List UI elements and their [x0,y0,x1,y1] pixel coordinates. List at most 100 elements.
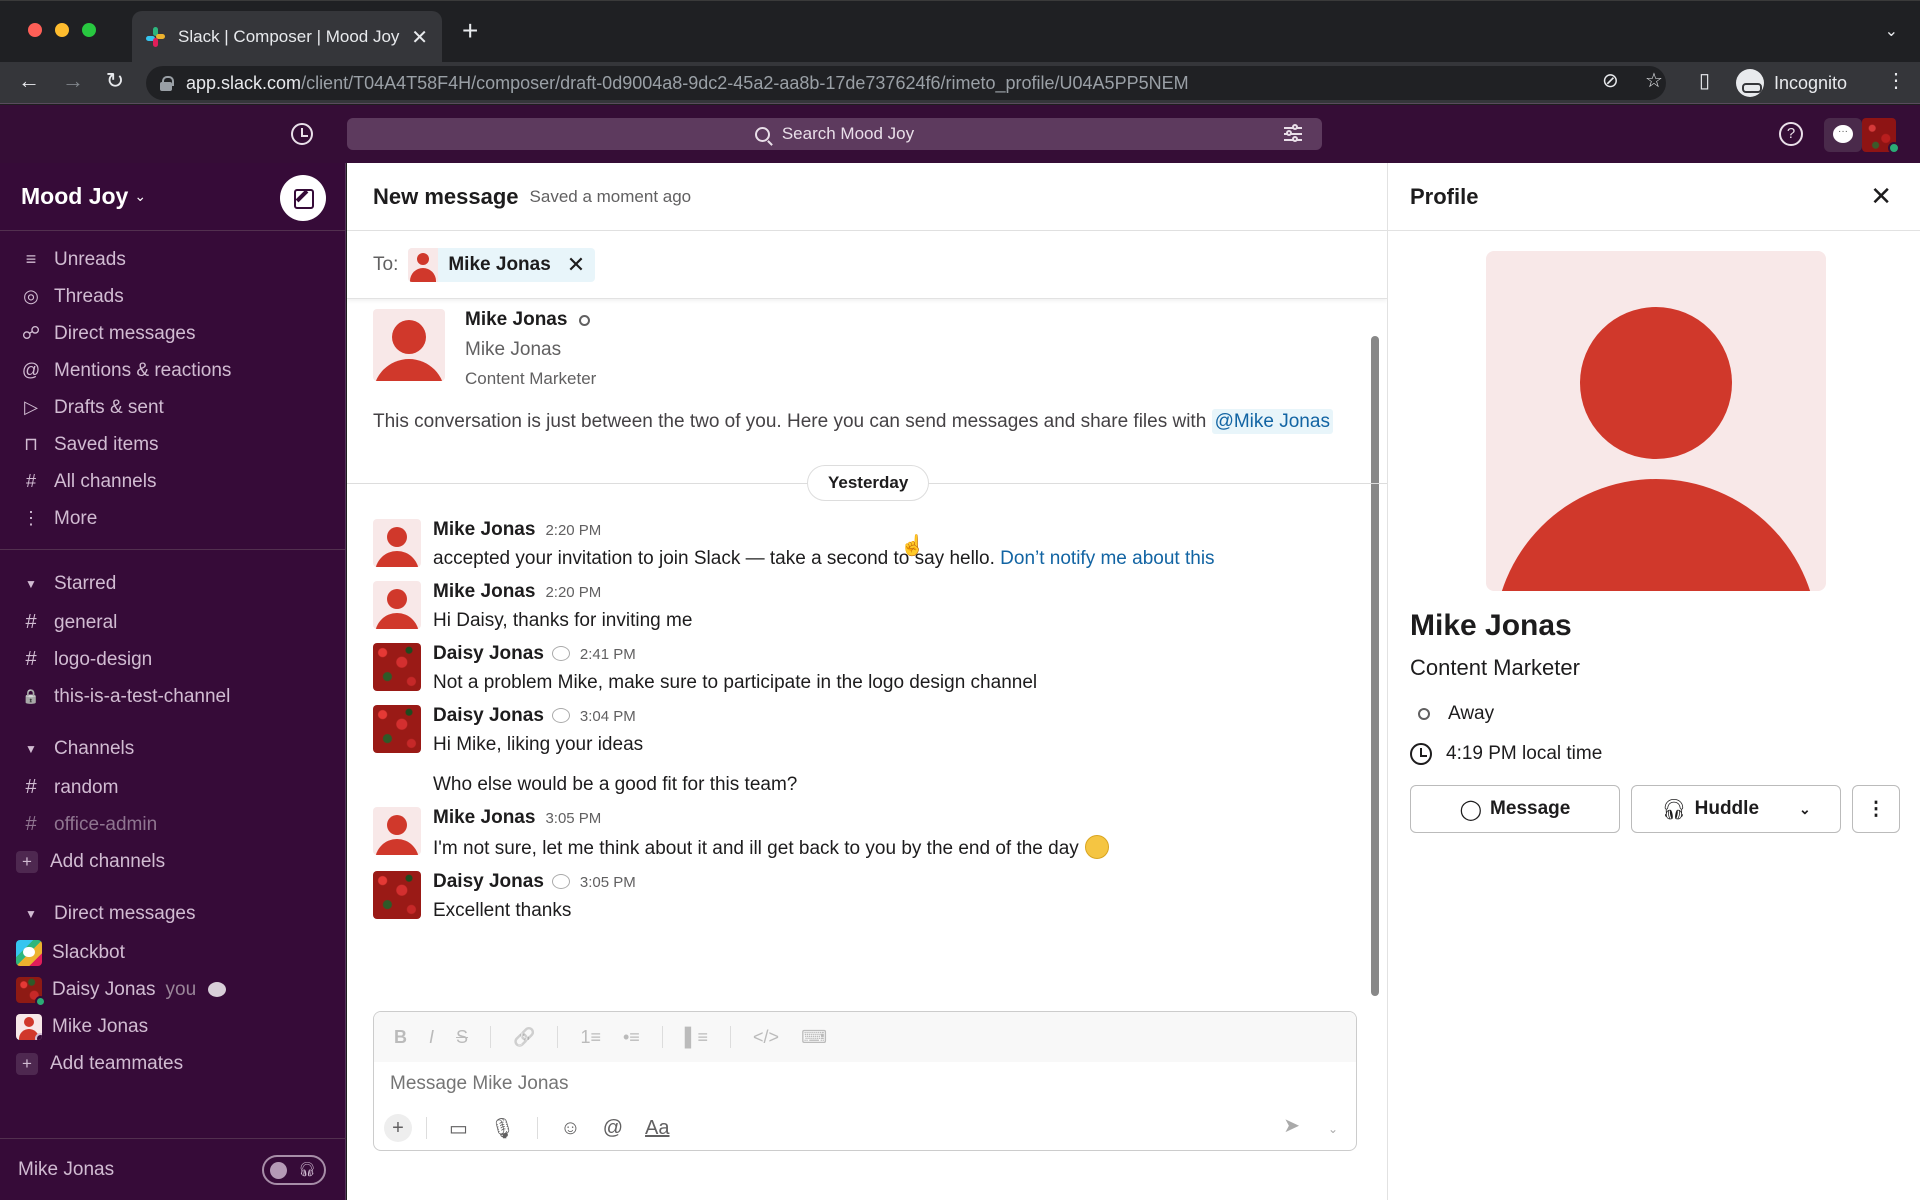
direct-messages-icon: ☍ [21,323,41,343]
sidebar-item-threads[interactable]: ◎ Threads [0,278,345,315]
channel-logo-design[interactable]: # logo-design [0,641,345,678]
profile-photo[interactable] [1486,251,1826,591]
dm-activity-icon[interactable] [1824,118,1862,152]
channel-office-admin[interactable]: # office-admin [0,806,345,843]
section-channels[interactable]: ▼ Channels [0,729,345,769]
video-clip-icon[interactable]: ▭ [449,1116,468,1141]
attach-plus-icon[interactable]: + [384,1114,412,1142]
italic-icon[interactable]: I [429,1027,434,1048]
sidebar-item-drafts[interactable]: ▷ Drafts & sent [0,389,345,426]
message-avatar[interactable] [373,581,421,629]
sidebar-item-mentions[interactable]: @ Mentions & reactions [0,352,345,389]
profile-panel: Profile ✕ Mike Jonas Content Marketer Aw… [1387,163,1920,1200]
intro-name[interactable]: Mike Jonas [465,309,567,331]
bold-icon[interactable]: B [394,1027,407,1048]
message-time[interactable]: 3:05 PM [580,874,636,891]
message-time[interactable]: 2:20 PM [545,522,601,539]
channel-general[interactable]: # general [0,604,345,641]
address-bar[interactable]: app.slack.com/client/T04A4T58F4H/compose… [146,66,1666,100]
message-time[interactable]: 2:41 PM [580,646,636,663]
message-time[interactable]: 3:04 PM [580,708,636,725]
message-author[interactable]: Mike Jonas [433,519,535,541]
sidebar-item-direct-messages[interactable]: ☍ Direct messages [0,315,345,352]
sidebar-item-more[interactable]: ⋮ More [0,500,345,537]
date-divider-pill[interactable]: Yesterday [807,465,930,501]
close-tab-icon[interactable]: ✕ [411,25,428,50]
dont-notify-link[interactable]: Don’t notify me about this [1000,548,1214,569]
channel-random[interactable]: # random [0,769,345,806]
bulleted-list-icon[interactable]: •≡ [623,1027,640,1048]
mention-icon[interactable]: @ [603,1117,623,1140]
dm-slackbot[interactable]: Slackbot [0,934,345,971]
tab-search-icon[interactable]: ⌄ [1885,21,1898,41]
profile-title: Profile [1410,183,1479,209]
message-time[interactable]: 3:05 PM [545,810,601,827]
eye-off-icon[interactable]: ⊘ [1602,68,1619,93]
bookmark-star-icon[interactable]: ☆ [1645,68,1663,93]
incognito-badge[interactable]: Incognito [1736,66,1847,100]
scrollbar[interactable] [1371,336,1379,996]
code-block-icon[interactable]: ⌨ [801,1027,827,1048]
close-window-button[interactable] [28,23,42,37]
message-avatar[interactable] [373,643,421,691]
add-channels-button[interactable]: + Add channels [0,843,345,880]
message-author[interactable]: Daisy Jonas [433,871,544,893]
sidebar-item-unreads[interactable]: ≡ Unreads [0,241,345,278]
dm-mike-jonas[interactable]: Mike Jonas [0,1008,345,1045]
intro-avatar[interactable] [373,309,445,381]
channel-this-is-a-test-channel[interactable]: 🔒 this-is-a-test-channel [0,678,345,715]
message-avatar[interactable] [373,519,421,567]
link-icon[interactable]: 🔗 [513,1027,535,1048]
sidebar-item-all-channels[interactable]: # All channels [0,463,345,500]
help-icon[interactable]: ? [1779,122,1803,146]
send-icon[interactable]: ➤ [1283,1113,1300,1138]
message-author[interactable]: Mike Jonas [433,807,535,829]
code-icon[interactable]: </> [753,1027,779,1048]
conversation-intro: Mike Jonas Mike Jonas Content Marketer T… [347,301,1387,434]
search-filter-icon[interactable] [1284,124,1302,143]
message-author[interactable]: Daisy Jonas [433,643,544,665]
history-icon[interactable] [291,123,313,145]
chevron-down-icon[interactable]: ⌄ [1799,801,1811,818]
minimize-window-button[interactable] [55,23,69,37]
huddle-button[interactable]: 🎧︎ Huddle ⌄ [1631,785,1841,833]
search-bar[interactable]: Search Mood Joy [347,118,1322,150]
message-time[interactable]: 2:20 PM [545,584,601,601]
microphone-icon[interactable]: 🎙︎ [490,1116,515,1141]
blockquote-icon[interactable]: ▌≡ [685,1027,708,1048]
emoji-icon[interactable]: ☺ [560,1117,580,1140]
incognito-label: Incognito [1774,72,1848,93]
recipient-chip[interactable]: Mike Jonas ✕ [408,247,596,282]
section-direct-messages[interactable]: ▼ Direct messages [0,894,345,934]
message-button[interactable]: ◯ Message [1410,785,1620,833]
maximize-window-button[interactable] [82,23,96,37]
dm-daisy-jonas[interactable]: Daisy Jonas you [0,971,345,1008]
strikethrough-icon[interactable]: S [456,1027,468,1048]
recipient-row[interactable]: To: Mike Jonas ✕ [347,231,1387,299]
sidebar-item-saved[interactable]: ⊓ Saved items [0,426,345,463]
message-avatar[interactable] [373,807,421,855]
browser-tab[interactable]: Slack | Composer | Mood Joy ✕ [132,11,442,63]
reload-icon[interactable]: ↻ [100,68,130,94]
schedule-chevron-icon[interactable]: ⌄ [1328,1122,1338,1136]
message-input[interactable] [374,1062,1356,1106]
back-icon[interactable]: ← [14,68,44,94]
message-avatar[interactable] [373,871,421,919]
section-starred[interactable]: ▼ Starred [0,564,345,604]
message-avatar[interactable] [373,705,421,753]
close-icon[interactable]: ✕ [1870,181,1892,212]
message-author[interactable]: Daisy Jonas [433,705,544,727]
remove-recipient-icon[interactable]: ✕ [567,252,585,278]
browser-menu-icon[interactable]: ⋮ [1886,68,1906,93]
new-tab-button[interactable]: + [462,17,478,45]
compose-button[interactable] [280,175,326,221]
side-panel-icon[interactable]: ▯ [1699,68,1710,93]
forward-icon[interactable]: → [58,68,88,94]
user-mention[interactable]: @Mike Jonas [1211,409,1333,434]
message-author[interactable]: Mike Jonas [433,581,535,603]
formatting-toggle-icon[interactable]: Aa [645,1117,669,1140]
more-actions-button[interactable]: ⋮ [1852,785,1900,833]
ordered-list-icon[interactable]: 1≡ [580,1027,601,1048]
huddle-toggle[interactable]: 🎧︎ [262,1155,326,1185]
add-teammates-button[interactable]: + Add teammates [0,1045,345,1082]
